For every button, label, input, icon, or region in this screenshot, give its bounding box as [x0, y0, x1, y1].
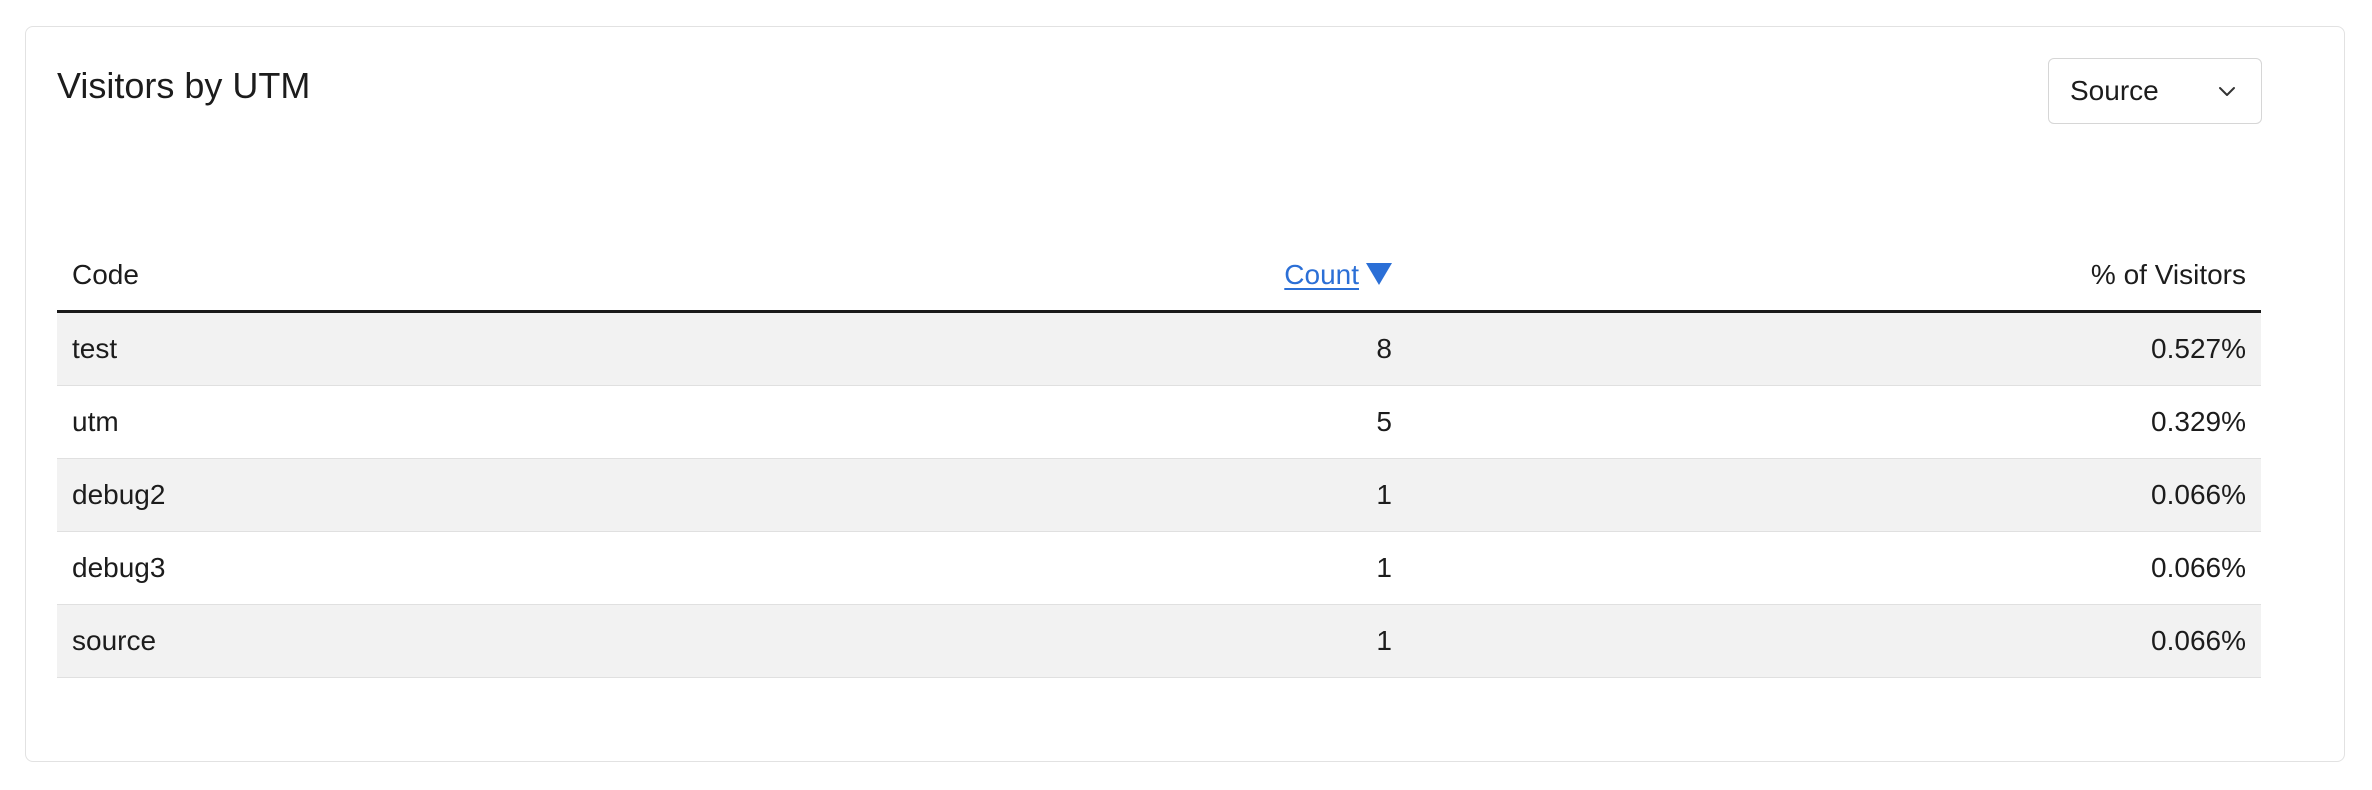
card-title: Visitors by UTM — [57, 65, 311, 106]
cell-code: debug3 — [57, 531, 787, 605]
cell-pct: 0.066% — [1407, 458, 2261, 532]
column-header-code: Code — [57, 240, 787, 313]
cell-pct: 0.066% — [1407, 604, 2261, 678]
column-header-count[interactable]: Count — [787, 240, 1407, 313]
column-header-count-label: Count — [1284, 259, 1359, 290]
sort-count-link[interactable]: Count — [1284, 259, 1392, 290]
chevron-down-icon — [2217, 82, 2237, 102]
select-value: Source — [2070, 75, 2159, 106]
table-row: test 8 0.527% — [57, 311, 2261, 386]
cell-count: 5 — [787, 385, 1407, 459]
cell-count: 1 — [787, 458, 1407, 532]
cell-count: 8 — [787, 311, 1407, 386]
sort-desc-triangle-icon — [1366, 263, 1392, 285]
utm-table: Code Count % of Visitors test 8 0.527% u… — [57, 240, 2261, 678]
table-row: utm 5 0.329% — [57, 385, 2261, 459]
cell-code: test — [57, 311, 787, 386]
utm-type-select[interactable]: Source — [2048, 58, 2262, 124]
cell-pct: 0.066% — [1407, 531, 2261, 605]
cell-count: 1 — [787, 531, 1407, 605]
table-row: source 1 0.066% — [57, 604, 2261, 678]
table-header-row: Code Count % of Visitors — [57, 240, 2261, 313]
table-row: debug3 1 0.066% — [57, 531, 2261, 605]
cell-code: source — [57, 604, 787, 678]
column-header-pct: % of Visitors — [1407, 240, 2261, 313]
cell-count: 1 — [787, 604, 1407, 678]
cell-code: debug2 — [57, 458, 787, 532]
cell-pct: 0.527% — [1407, 311, 2261, 386]
table-row: debug2 1 0.066% — [57, 458, 2261, 532]
cell-pct: 0.329% — [1407, 385, 2261, 459]
cell-code: utm — [57, 385, 787, 459]
